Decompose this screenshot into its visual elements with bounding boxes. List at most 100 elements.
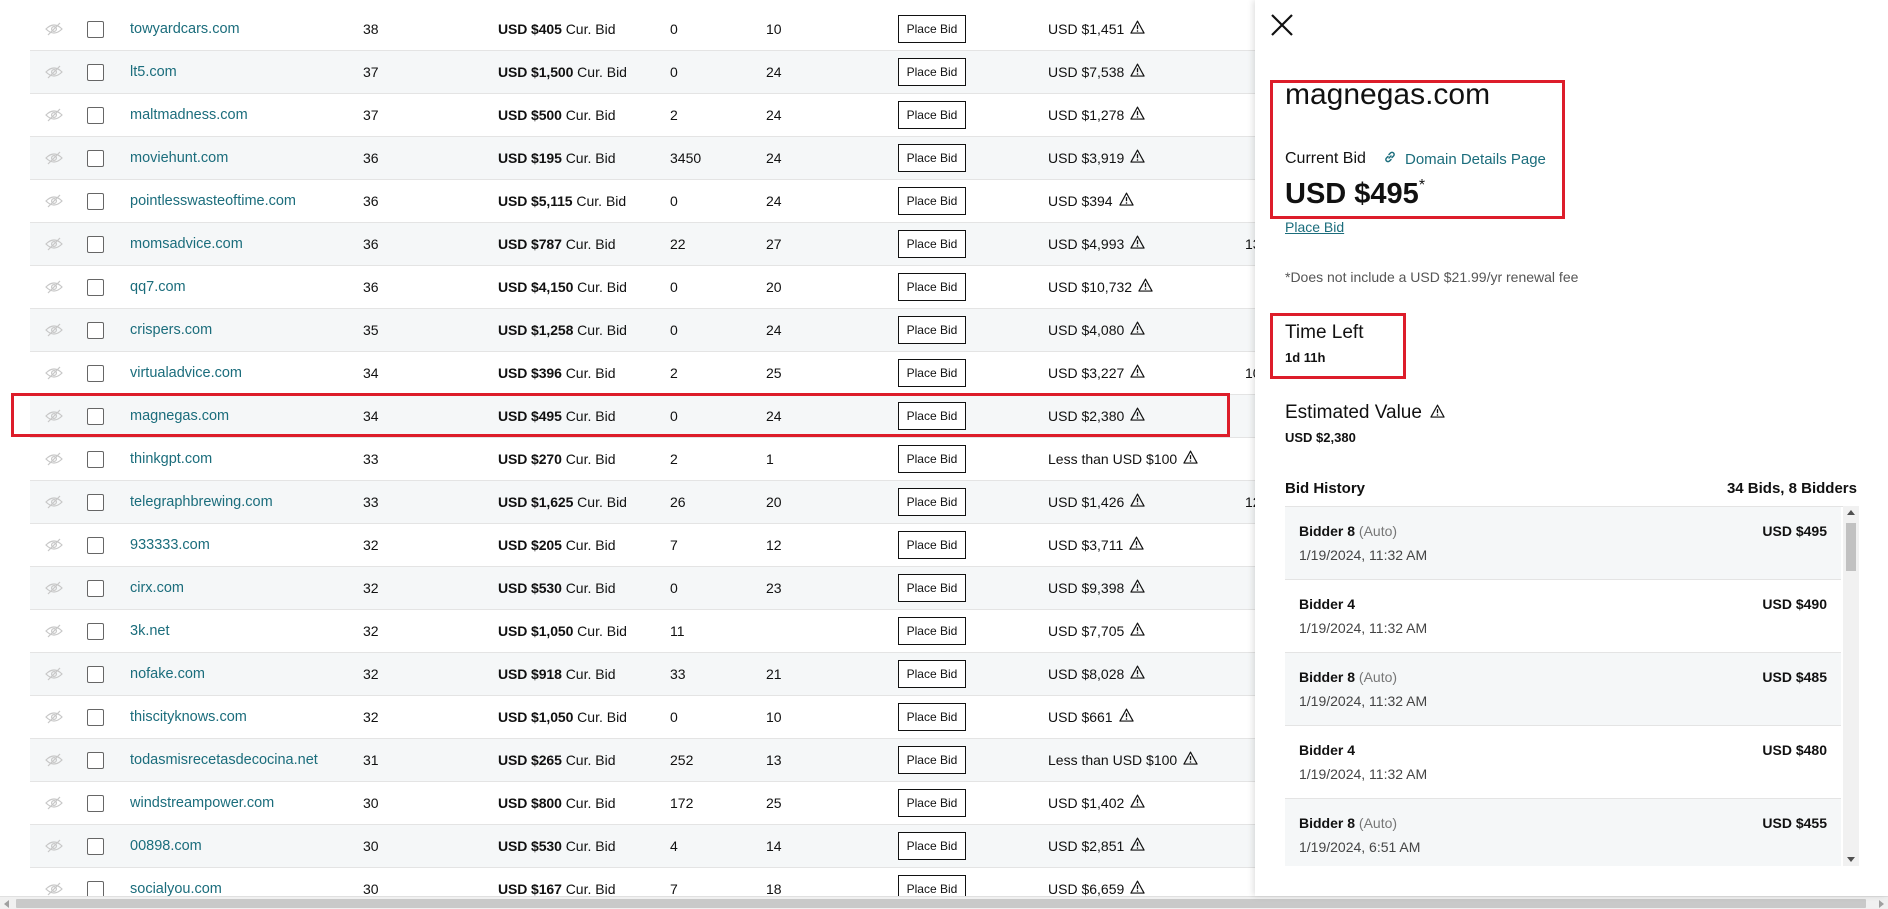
- warning-icon[interactable]: [1130, 825, 1145, 867]
- table-row[interactable]: thinkgpt.com 33 USD $270 Cur. Bid 2 1 Place B…: [30, 438, 1255, 481]
- close-icon[interactable]: [1268, 11, 1296, 39]
- hide-eye-icon[interactable]: [44, 395, 64, 437]
- checkbox-box[interactable]: [86, 364, 104, 382]
- checkbox-box[interactable]: [86, 106, 104, 124]
- domain-link[interactable]: thiscityknows.com: [130, 696, 247, 738]
- place-bid-button[interactable]: Place Bid: [898, 445, 966, 473]
- bid-history-scrollbar[interactable]: [1843, 506, 1859, 866]
- checkbox-box[interactable]: [86, 321, 104, 339]
- warning-icon[interactable]: [1129, 524, 1144, 566]
- checkbox-box[interactable]: [86, 880, 104, 898]
- place-bid-button[interactable]: Place Bid: [898, 101, 966, 129]
- place-bid-button[interactable]: Place Bid: [898, 15, 966, 43]
- table-row[interactable]: qq7.com 36 USD $4,150 Cur. Bid 0 20 Place Bid…: [30, 266, 1255, 309]
- table-row[interactable]: virtualadvice.com 34 USD $396 Cur. Bid 2 25 P…: [30, 352, 1255, 395]
- hide-eye-icon[interactable]: [44, 653, 64, 695]
- checkbox-box[interactable]: [86, 407, 104, 425]
- table-row[interactable]: towyardcars.com 38 USD $405 Cur. Bid 0 10 Pla…: [30, 8, 1255, 51]
- hide-eye-icon[interactable]: [44, 137, 64, 179]
- warning-icon[interactable]: [1130, 8, 1145, 50]
- place-bid-button[interactable]: Place Bid: [898, 789, 966, 817]
- warning-icon[interactable]: [1130, 137, 1145, 179]
- scroll-up-arrow-icon[interactable]: [1843, 506, 1859, 520]
- warning-icon[interactable]: [1130, 653, 1145, 695]
- domain-link[interactable]: cirx.com: [130, 567, 184, 609]
- horizontal-scrollbar[interactable]: [0, 896, 1888, 909]
- place-bid-button[interactable]: Place Bid: [898, 144, 966, 172]
- table-row[interactable]: moviehunt.com 36 USD $195 Cur. Bid 3450 24 Pl…: [30, 137, 1255, 180]
- hide-eye-icon[interactable]: [44, 180, 64, 222]
- place-bid-button[interactable]: Place Bid: [898, 316, 966, 344]
- checkbox-box[interactable]: [86, 63, 104, 81]
- row-checkbox[interactable]: [85, 696, 105, 738]
- warning-icon[interactable]: [1130, 51, 1145, 93]
- row-checkbox[interactable]: [85, 180, 105, 222]
- hide-eye-icon[interactable]: [44, 524, 64, 566]
- table-row[interactable]: telegraphbrewing.com 33 USD $1,625 Cur. Bi…: [30, 481, 1255, 524]
- table-row[interactable]: nofake.com 32 USD $918 Cur. Bid 33 21 Place B…: [30, 653, 1255, 696]
- domain-link[interactable]: windstreampower.com: [130, 782, 274, 824]
- place-bid-button[interactable]: Place Bid: [898, 187, 966, 215]
- warning-icon[interactable]: [1118, 696, 1134, 738]
- domain-link[interactable]: 933333.com: [130, 524, 210, 566]
- checkbox-box[interactable]: [86, 622, 104, 640]
- table-row[interactable]: windstreampower.com 30 USD $800 Cur. Bid 17…: [30, 782, 1255, 825]
- domain-link[interactable]: virtualadvice.com: [130, 352, 242, 394]
- row-checkbox[interactable]: [85, 524, 105, 566]
- place-bid-button[interactable]: Place Bid: [898, 359, 966, 387]
- hide-eye-icon[interactable]: [44, 94, 64, 136]
- domain-link[interactable]: towyardcars.com: [130, 8, 240, 50]
- table-row[interactable]: lt5.com 37 USD $1,500 Cur. Bid 0 24 Place Bid…: [30, 51, 1255, 94]
- warning-icon[interactable]: [1130, 94, 1145, 136]
- place-bid-button[interactable]: Place Bid: [898, 703, 966, 731]
- horizontal-scrollbar-thumb[interactable]: [16, 899, 1866, 908]
- domain-link[interactable]: qq7.com: [130, 266, 186, 308]
- bid-history-list[interactable]: Bidder 8 (Auto) 1/19/2024, 11:32 AM USD $4…: [1285, 506, 1843, 866]
- domain-details-link[interactable]: Domain Details Page: [1383, 150, 1546, 168]
- checkbox-box[interactable]: [86, 837, 104, 855]
- checkbox-box[interactable]: [86, 536, 104, 554]
- warning-icon[interactable]: [1183, 438, 1198, 480]
- row-checkbox[interactable]: [85, 739, 105, 781]
- table-row[interactable]: 00898.com 30 USD $530 Cur. Bid 4 14 Place Bid…: [30, 825, 1255, 868]
- place-bid-button[interactable]: Place Bid: [898, 488, 966, 516]
- table-row[interactable]: thiscityknows.com 32 USD $1,050 Cur. Bid 0 1…: [30, 696, 1255, 739]
- hide-eye-icon[interactable]: [44, 825, 64, 867]
- warning-icon[interactable]: [1130, 481, 1145, 523]
- warning-icon[interactable]: [1430, 402, 1445, 424]
- checkbox-box[interactable]: [86, 20, 104, 38]
- checkbox-box[interactable]: [86, 450, 104, 468]
- warning-icon[interactable]: [1138, 266, 1153, 308]
- domain-link[interactable]: pointlesswasteoftime.com: [130, 180, 296, 222]
- hide-eye-icon[interactable]: [44, 51, 64, 93]
- table-row[interactable]: crispers.com 35 USD $1,258 Cur. Bid 0 24 Plac…: [30, 309, 1255, 352]
- checkbox-box[interactable]: [86, 665, 104, 683]
- table-row[interactable]: magnegas.com 34 USD $495 Cur. Bid 0 24 Place …: [30, 395, 1255, 438]
- row-checkbox[interactable]: [85, 825, 105, 867]
- checkbox-box[interactable]: [86, 708, 104, 726]
- row-checkbox[interactable]: [85, 395, 105, 437]
- domain-link[interactable]: moviehunt.com: [130, 137, 228, 179]
- hide-eye-icon[interactable]: [44, 352, 64, 394]
- place-bid-button[interactable]: Place Bid: [898, 58, 966, 86]
- row-checkbox[interactable]: [85, 8, 105, 50]
- warning-icon[interactable]: [1130, 309, 1145, 351]
- place-bid-button[interactable]: Place Bid: [898, 273, 966, 301]
- domain-link[interactable]: telegraphbrewing.com: [130, 481, 273, 523]
- warning-icon[interactable]: [1130, 395, 1145, 437]
- scroll-down-arrow-icon[interactable]: [1843, 852, 1859, 866]
- place-bid-button[interactable]: Place Bid: [898, 531, 966, 559]
- checkbox-box[interactable]: [86, 579, 104, 597]
- row-checkbox[interactable]: [85, 352, 105, 394]
- hide-eye-icon[interactable]: [44, 782, 64, 824]
- row-checkbox[interactable]: [85, 137, 105, 179]
- panel-place-bid-link[interactable]: Place Bid: [1285, 219, 1344, 235]
- domain-link[interactable]: momsadvice.com: [130, 223, 243, 265]
- domain-link[interactable]: 00898.com: [130, 825, 202, 867]
- table-row[interactable]: 933333.com 32 USD $205 Cur. Bid 7 12 Place Bi…: [30, 524, 1255, 567]
- domain-link[interactable]: lt5.com: [130, 51, 177, 93]
- place-bid-button[interactable]: Place Bid: [898, 660, 966, 688]
- domain-link[interactable]: todasmisrecetasdecocina.net: [130, 739, 318, 781]
- table-row[interactable]: todasmisrecetasdecocina.net 31 USD $265 Cu…: [30, 739, 1255, 782]
- row-checkbox[interactable]: [85, 223, 105, 265]
